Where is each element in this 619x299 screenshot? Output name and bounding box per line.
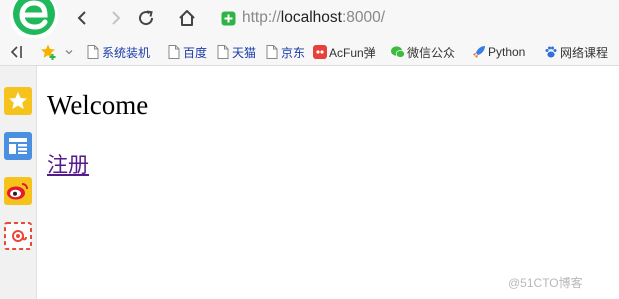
bookmark-item-jd[interactable]: 京东 [265, 43, 305, 61]
page-icon [86, 45, 100, 59]
bookmark-item-python[interactable]: Python [472, 43, 525, 61]
favorites-star-icon[interactable] [4, 87, 32, 115]
page-content: Welcome 注册 @51CTO博客 [38, 66, 619, 299]
bookmark-label: 网络课程 [560, 45, 609, 60]
navigation-bar: http://localhost:8000/ [0, 0, 619, 40]
acfun-icon [313, 45, 327, 59]
forward-arrow-icon [112, 11, 121, 25]
url-host: localhost [280, 9, 342, 26]
star-icon [41, 44, 56, 60]
favorites-dropdown[interactable] [40, 43, 76, 61]
rocket-icon [472, 45, 486, 59]
bookmark-label: 系统装机 [102, 45, 151, 60]
address-bar[interactable]: http://localhost:8000/ [214, 4, 619, 32]
browser-window: http://localhost:8000/ 系统装机 百度 天猫 京东 AcF… [0, 0, 619, 299]
bookmark-item-wechat[interactable]: 微信公众 [391, 43, 455, 61]
page-icon [265, 45, 279, 59]
bookmark-item-tmall[interactable]: 天猫 [216, 43, 256, 61]
bookmark-label: 天猫 [232, 45, 257, 60]
wechat-icon [391, 45, 405, 59]
bookmark-item-baidu[interactable]: 百度 [167, 43, 207, 61]
weibo-icon[interactable] [4, 177, 32, 205]
news-icon[interactable] [4, 132, 32, 160]
refresh-icon [139, 10, 154, 26]
bookmark-label: Python [488, 45, 526, 59]
bookmarks-bar: 系统装机 百度 天猫 京东 AcFun弹 微信公众 Python 网络课程 [0, 38, 619, 66]
mail-icon[interactable] [4, 222, 32, 250]
home-icon [179, 10, 195, 26]
chevron-down-icon [65, 50, 73, 55]
bookmark-item-courses[interactable]: 网络课程 [544, 43, 608, 61]
page-icon [216, 45, 230, 59]
bookmark-item-system[interactable]: 系统装机 [86, 43, 150, 61]
home-button[interactable] [175, 6, 199, 30]
back-button[interactable] [70, 6, 94, 30]
url-path: :8000/ [341, 9, 386, 26]
paw-icon [544, 45, 558, 59]
bookmark-item-acfun[interactable]: AcFun弹 [313, 43, 376, 61]
url-text: http://localhost:8000/ [242, 9, 385, 27]
forward-button[interactable] [104, 6, 128, 30]
bookmark-label: 微信公众 [407, 45, 456, 60]
bookmark-label: 百度 [183, 45, 208, 60]
back-arrow-icon [77, 11, 86, 25]
bookmark-label: 京东 [281, 45, 306, 60]
bookmark-label: AcFun弹 [329, 45, 376, 60]
url-scheme: http:// [242, 9, 281, 26]
page-heading: Welcome [47, 90, 149, 120]
shield-check-icon [221, 11, 236, 26]
register-link[interactable]: 注册 [47, 149, 89, 179]
refresh-button[interactable] [134, 6, 158, 30]
watermark-text: @51CTO博客 [508, 276, 583, 290]
page-icon [167, 45, 181, 59]
browser-logo-icon[interactable] [0, 0, 58, 40]
collapse-sidebar-icon[interactable] [9, 44, 23, 60]
sidebar [0, 66, 37, 299]
